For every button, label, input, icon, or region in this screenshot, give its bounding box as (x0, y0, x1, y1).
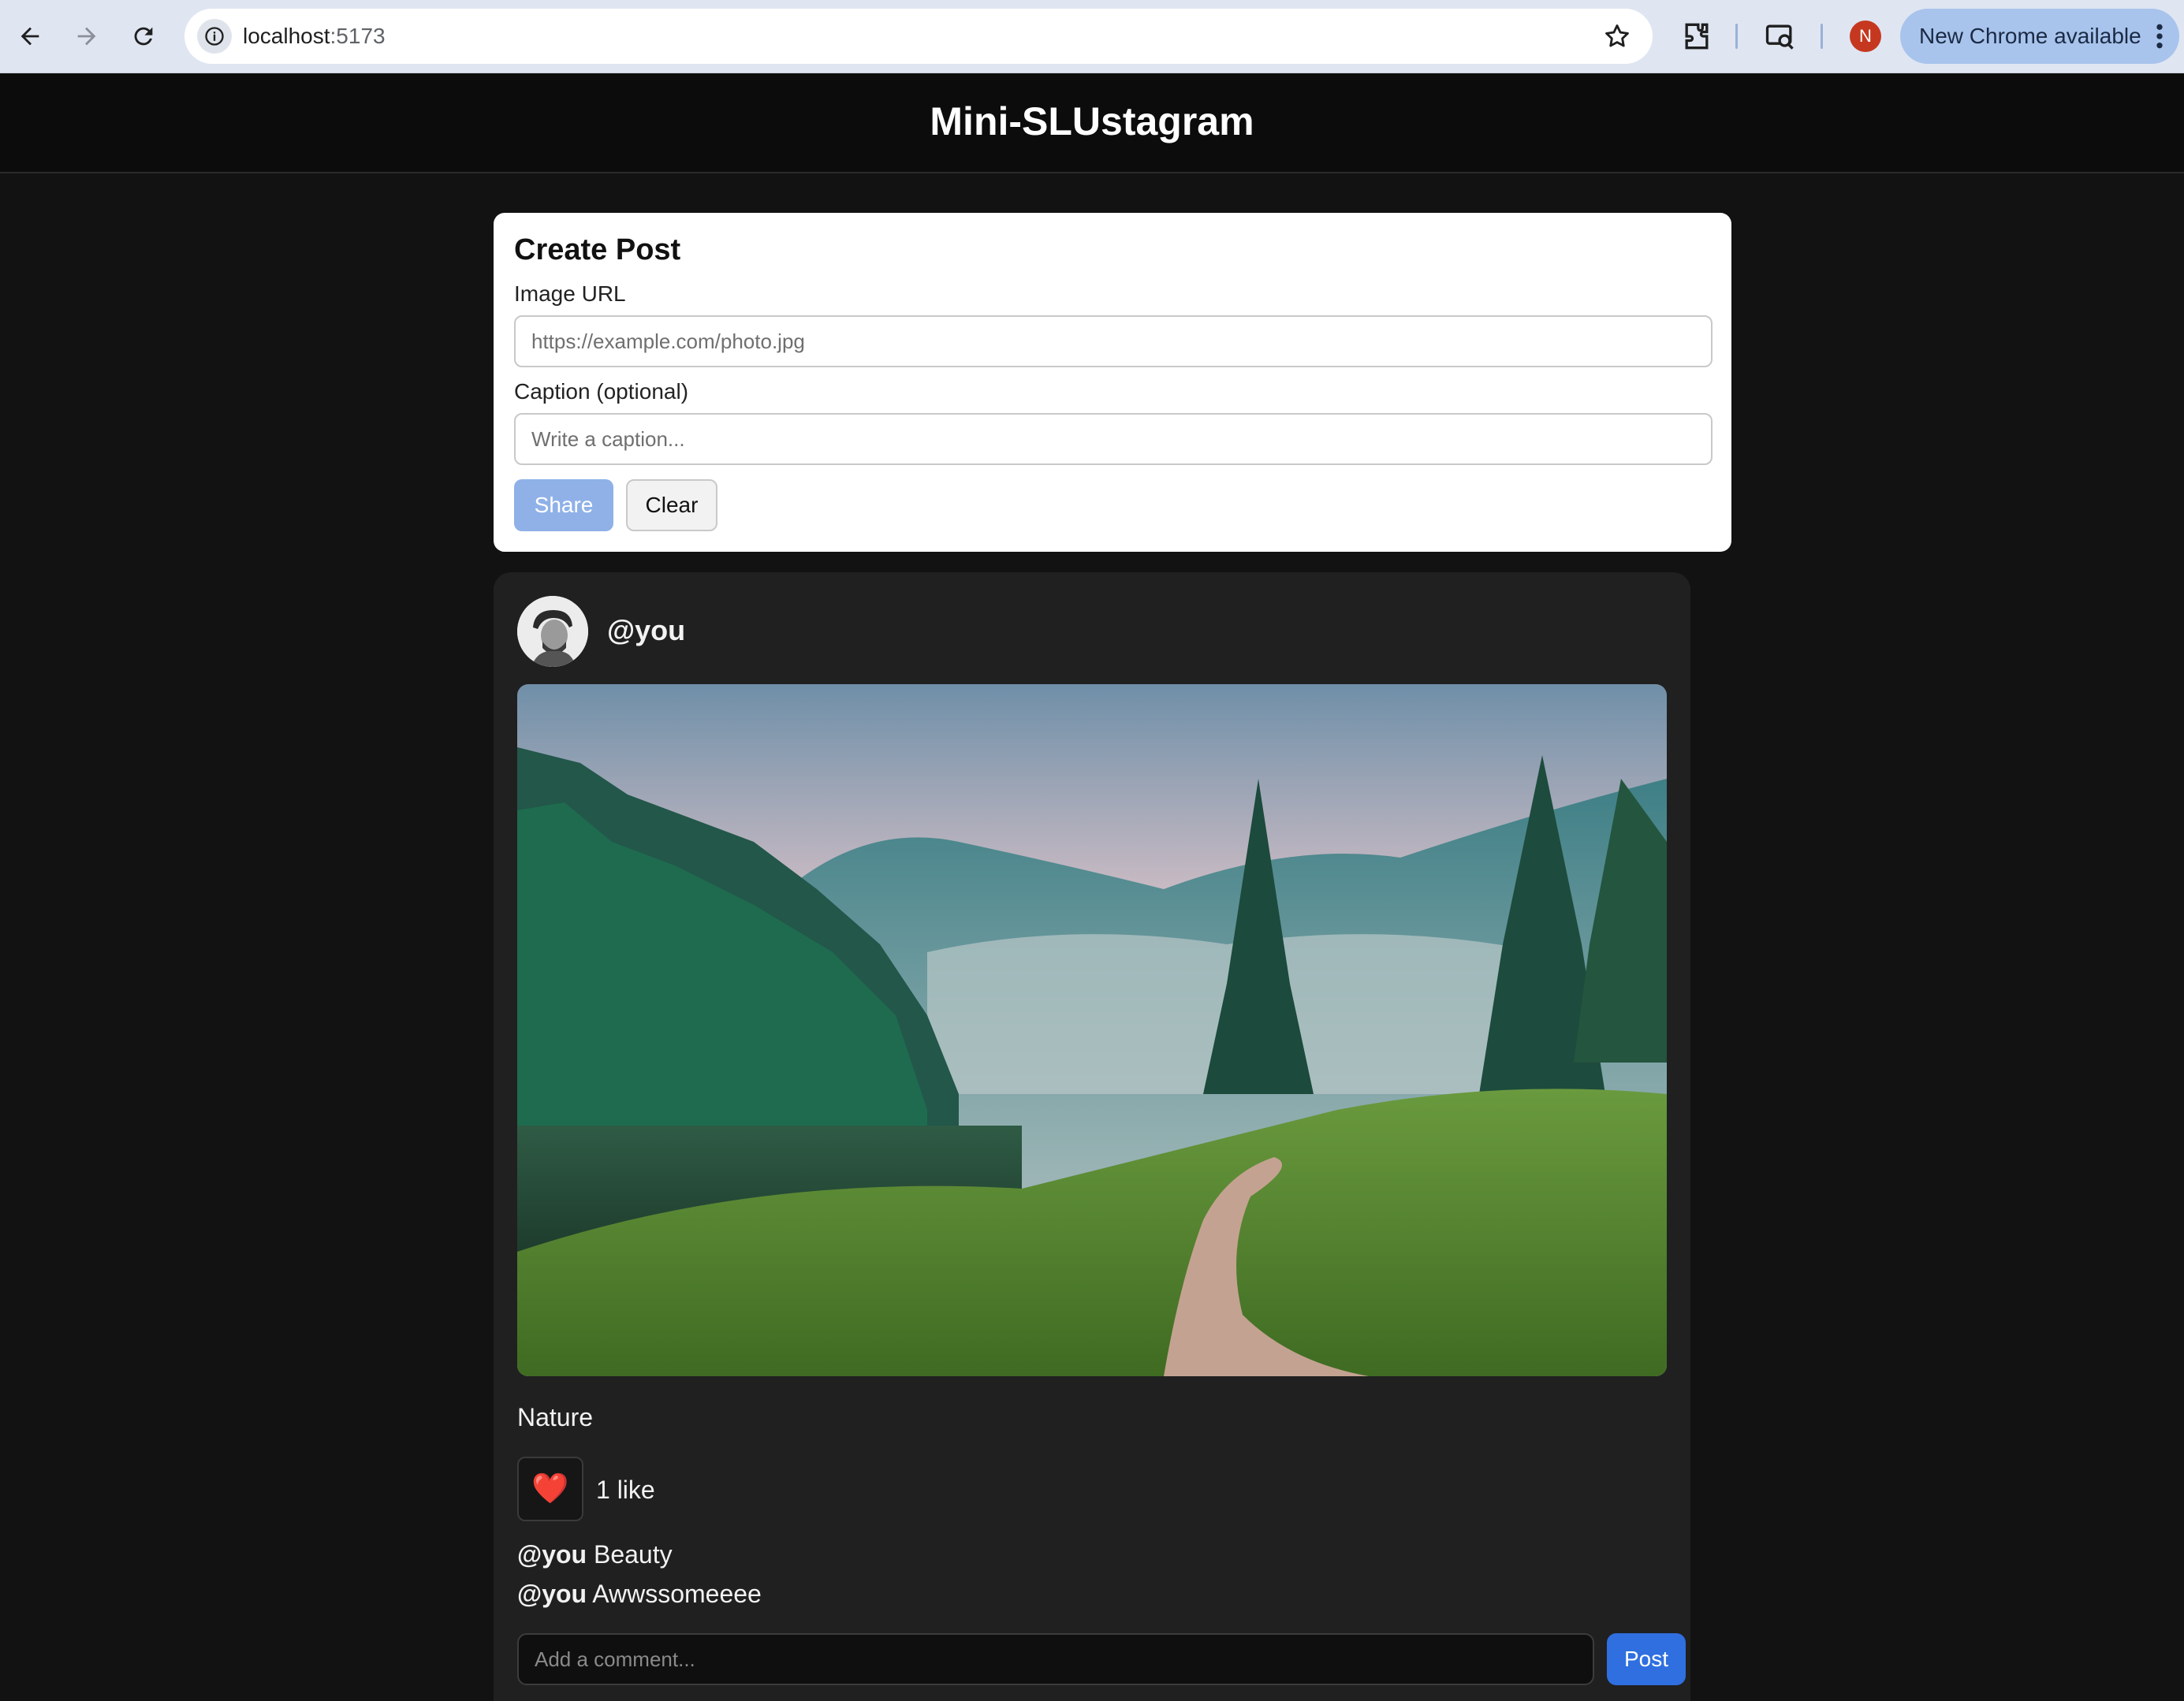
site-info-icon[interactable] (197, 19, 232, 54)
clear-button[interactable]: Clear (626, 479, 717, 531)
back-button[interactable] (11, 17, 49, 55)
extensions-puzzle-icon[interactable] (1679, 19, 1714, 54)
profile-avatar[interactable]: N (1850, 20, 1881, 52)
comment-username[interactable]: @you (517, 1540, 587, 1569)
forward-arrow-icon (77, 27, 96, 46)
address-bar[interactable]: localhost:5173 (184, 9, 1653, 64)
url-host: localhost (243, 24, 330, 48)
browser-toolbar: localhost:5173 N New Chrome available (0, 0, 2184, 73)
chrome-update-label: New Chrome available (1919, 24, 2141, 48)
more-menu-icon[interactable] (2156, 23, 2164, 50)
bookmark-star-icon[interactable] (1602, 21, 1632, 51)
post-card: @you Nature ❤️ 1 like @you Beauty @you A… (494, 572, 1690, 1701)
chrome-update-button[interactable]: New Chrome available (1900, 9, 2179, 64)
like-button[interactable]: ❤️ (517, 1457, 583, 1521)
app-title: Mini-SLUstagram (930, 99, 1254, 143)
reload-button[interactable] (125, 17, 162, 55)
comment-username[interactable]: @you (517, 1580, 587, 1608)
comment-text: Awwssomeeee (592, 1580, 762, 1608)
post-caption: Nature (517, 1403, 594, 1431)
toolbar-separator (1821, 24, 1823, 49)
post-image (517, 684, 1667, 1376)
comment-input[interactable] (517, 1633, 1594, 1685)
share-button[interactable]: Share (514, 479, 613, 531)
heart-icon: ❤️ (531, 1472, 569, 1506)
comment-text: Beauty (593, 1540, 673, 1569)
create-post-title: Create Post (514, 233, 681, 266)
user-avatar-image (517, 596, 588, 667)
image-url-input[interactable] (514, 315, 1713, 367)
create-post-card: Create Post Image URL Caption (optional)… (494, 213, 1731, 552)
comment-item: @you Awwssomeeee (517, 1578, 762, 1610)
url-port: :5173 (330, 24, 386, 48)
like-count: 1 like (596, 1476, 655, 1504)
toolbar-separator (1735, 24, 1738, 49)
app-header: Mini-SLUstagram (0, 74, 2184, 173)
reload-icon (134, 27, 153, 46)
caption-input[interactable] (514, 413, 1713, 465)
landscape-photo (517, 684, 1667, 1376)
back-arrow-icon (20, 27, 39, 46)
comment-item: @you Beauty (517, 1539, 673, 1570)
post-username[interactable]: @you (607, 613, 685, 648)
tab-search-icon[interactable] (1763, 19, 1798, 54)
post-comment-button[interactable]: Post (1607, 1633, 1686, 1685)
user-avatar[interactable] (517, 596, 588, 667)
url-text: localhost:5173 (243, 23, 386, 50)
image-url-label: Image URL (514, 281, 626, 306)
forward-button[interactable] (68, 17, 106, 55)
caption-label: Caption (optional) (514, 379, 689, 404)
